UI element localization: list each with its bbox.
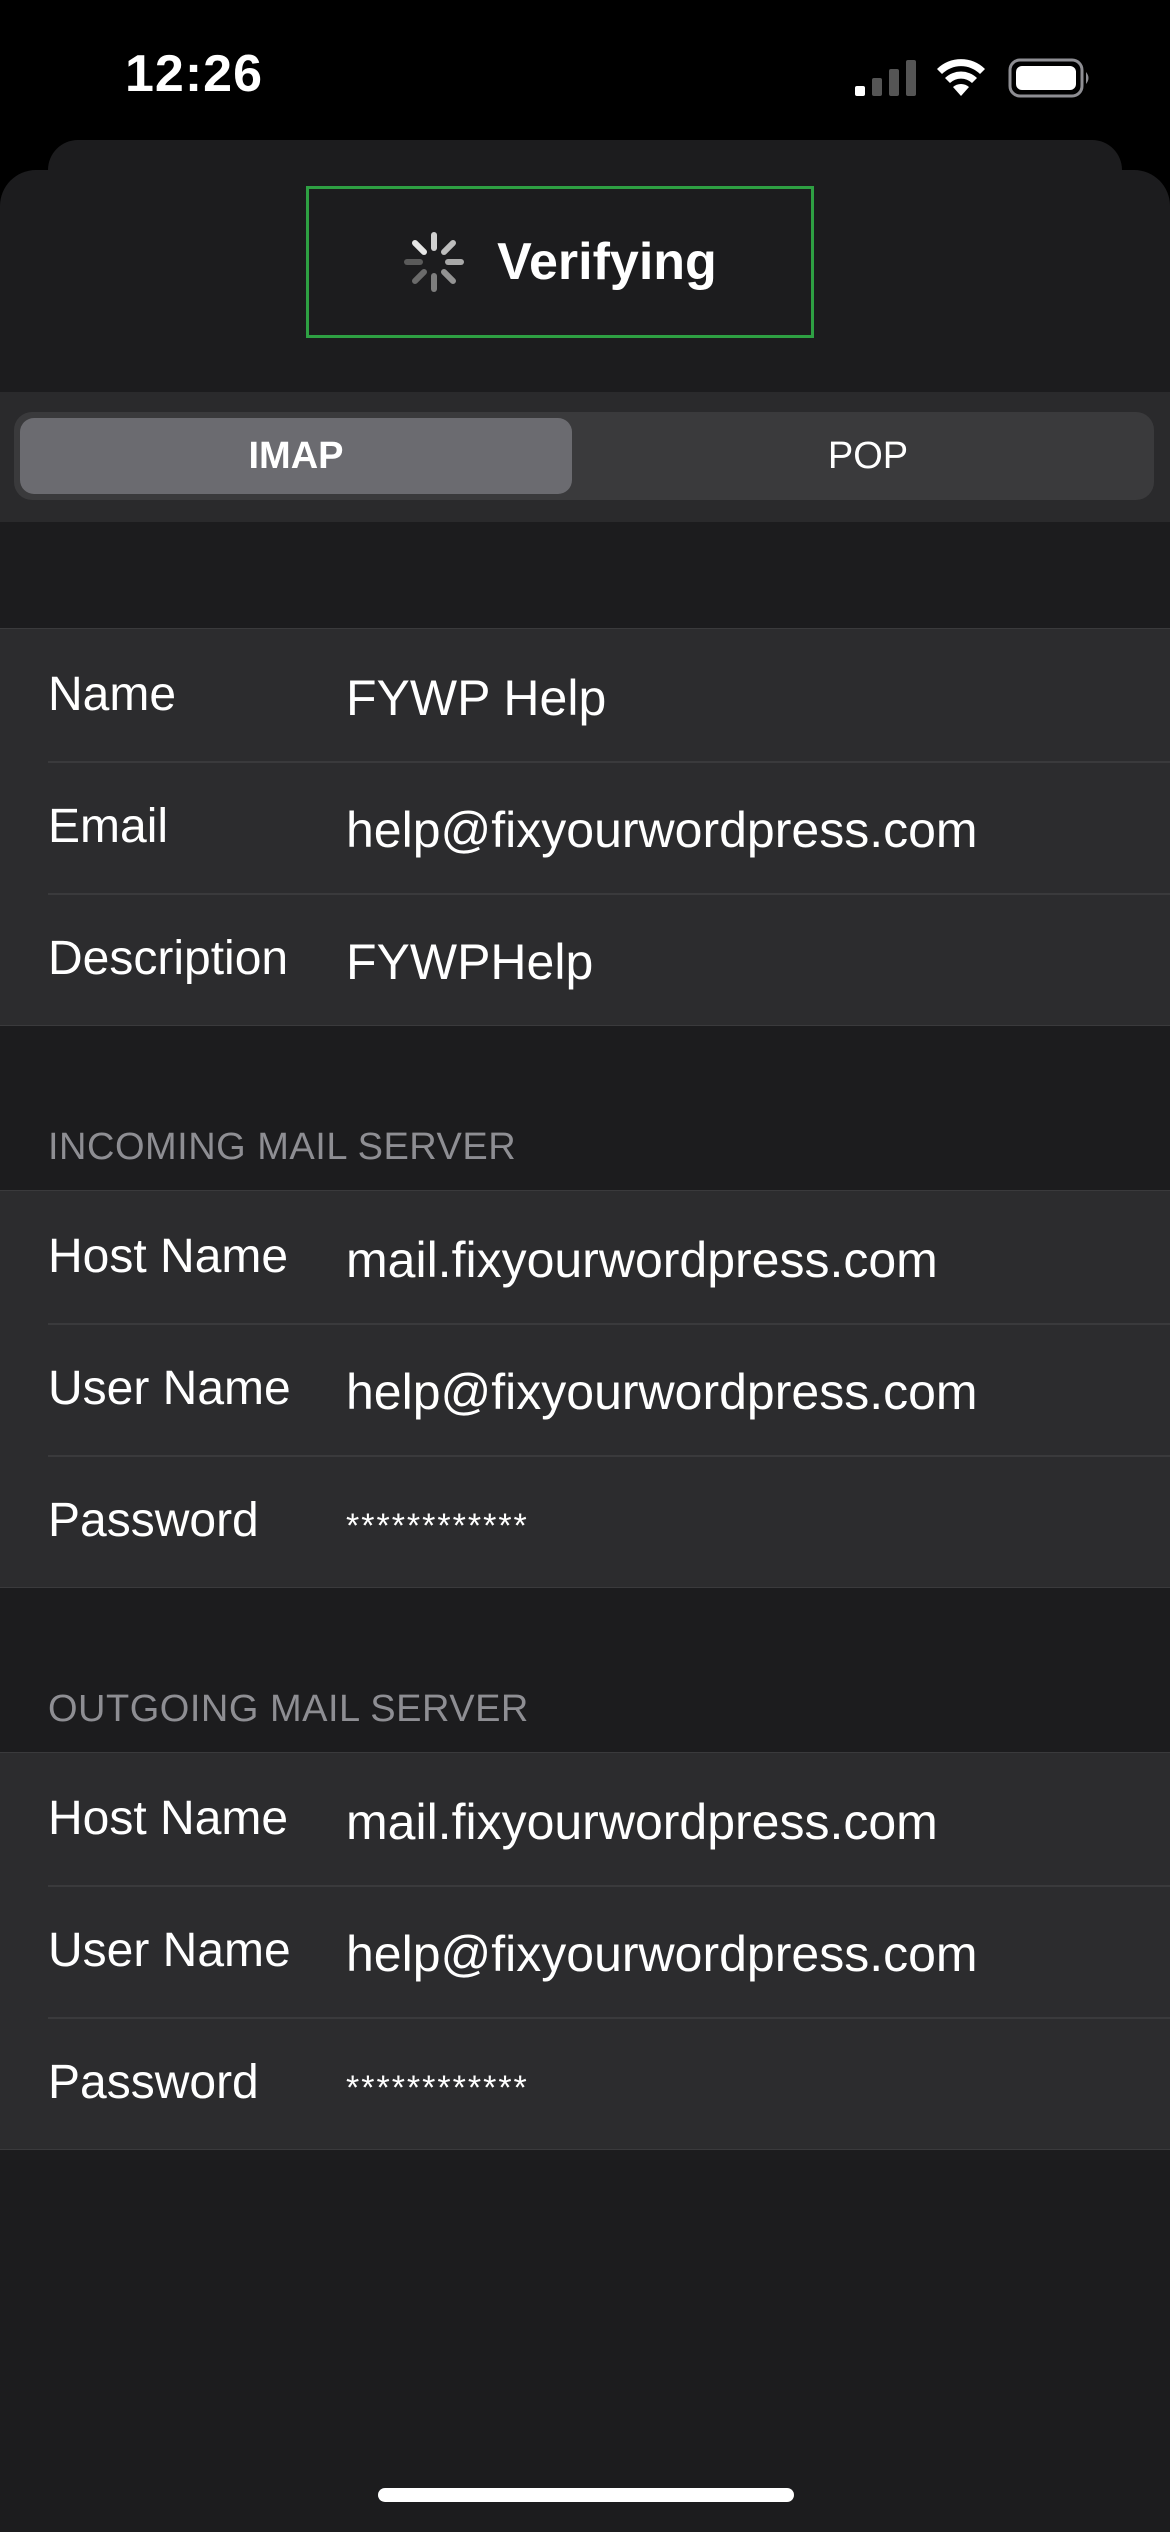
email-row[interactable]: Email help@fixyourwordpress.com [0, 761, 1170, 893]
outgoing-user-label: User Name [48, 1924, 291, 1977]
outgoing-password-field[interactable]: ************ [346, 2069, 529, 2108]
incoming-host-label: Host Name [48, 1230, 289, 1283]
navigation-title: Verifying [306, 186, 814, 338]
email-label: Email [48, 800, 169, 853]
incoming-user-field[interactable]: help@fixyourwordpress.com [346, 1363, 978, 1421]
outgoing-user-row[interactable]: User Name help@fixyourwordpress.com [0, 1885, 1170, 2017]
outgoing-group: Host Name mail.fixyourwordpress.com User… [0, 1752, 1170, 2150]
outgoing-host-row[interactable]: Host Name mail.fixyourwordpress.com [0, 1753, 1170, 1885]
outgoing-password-label: Password [48, 2056, 259, 2109]
activity-spinner-icon [404, 232, 465, 292]
email-field[interactable]: help@fixyourwordpress.com [346, 801, 978, 859]
segment-imap[interactable]: IMAP [20, 418, 572, 494]
wifi-icon [937, 59, 985, 96]
incoming-section-header: INCOMING MAIL SERVER [48, 1126, 517, 1168]
outgoing-password-row[interactable]: Password ************ [0, 2017, 1170, 2149]
incoming-password-label: Password [48, 1494, 259, 1547]
description-field[interactable]: FYWPHelp [346, 933, 593, 991]
battery-icon [1008, 58, 1089, 98]
outgoing-user-field[interactable]: help@fixyourwordpress.com [346, 1925, 978, 1983]
home-indicator[interactable] [378, 2488, 794, 2502]
incoming-password-row[interactable]: Password ************ [0, 1455, 1170, 1587]
incoming-password-field[interactable]: ************ [346, 1507, 529, 1546]
incoming-group: Host Name mail.fixyourwordpress.com User… [0, 1190, 1170, 1588]
cellular-signal-icon [855, 60, 916, 96]
incoming-user-row[interactable]: User Name help@fixyourwordpress.com [0, 1323, 1170, 1455]
protocol-segment-band: IMAP POP [0, 392, 1170, 522]
incoming-user-label: User Name [48, 1362, 291, 1415]
status-bar: 12:26 [0, 0, 1170, 150]
status-time: 12:26 [125, 45, 263, 103]
segment-pop[interactable]: POP [592, 418, 1144, 494]
description-row[interactable]: Description FYWPHelp [0, 893, 1170, 1025]
protocol-segmented-control: IMAP POP [14, 412, 1154, 500]
page-title: Verifying [497, 233, 717, 291]
outgoing-host-label: Host Name [48, 1792, 289, 1845]
outgoing-section-header: OUTGOING MAIL SERVER [48, 1688, 529, 1730]
incoming-host-field[interactable]: mail.fixyourwordpress.com [346, 1231, 938, 1289]
description-label: Description [48, 932, 289, 985]
account-group: Name FYWP Help Email help@fixyourwordpre… [0, 628, 1170, 1026]
incoming-host-row[interactable]: Host Name mail.fixyourwordpress.com [0, 1191, 1170, 1323]
name-label: Name [48, 668, 177, 721]
screen: 12:26 Verifying IMAP POP Name FYWP Help … [0, 0, 1170, 2532]
name-row[interactable]: Name FYWP Help [0, 629, 1170, 761]
name-field[interactable]: FYWP Help [346, 669, 606, 727]
outgoing-host-field[interactable]: mail.fixyourwordpress.com [346, 1793, 938, 1851]
account-setup-sheet: Verifying IMAP POP Name FYWP Help Email … [0, 170, 1170, 2532]
